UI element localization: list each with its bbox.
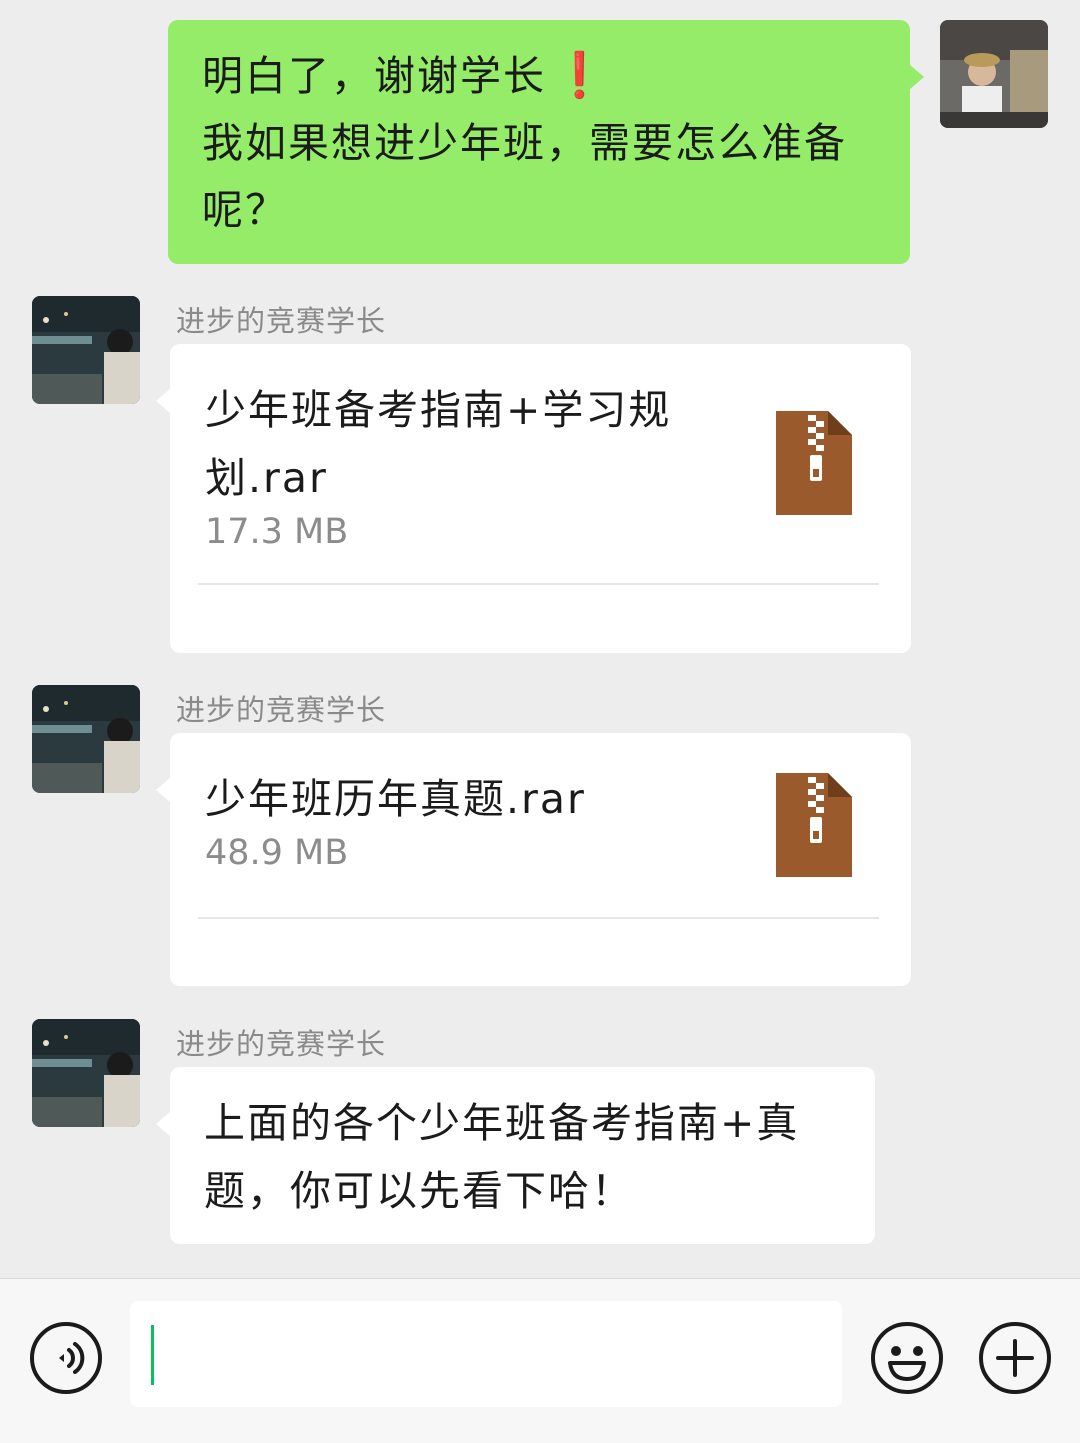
message-input[interactable]: [130, 1301, 842, 1407]
card-divider: [198, 583, 879, 585]
chat-input-bar: [0, 1278, 1080, 1443]
plus-icon[interactable]: [978, 1321, 1052, 1395]
zip-file-icon: [774, 411, 854, 517]
text-cursor: [151, 1325, 154, 1385]
sender-avatar[interactable]: [32, 1019, 140, 1127]
sender-avatar[interactable]: [32, 685, 140, 793]
file-name: 少年班历年真题.rar: [205, 775, 586, 823]
message-line: 呢？: [202, 186, 288, 234]
sender-name: 进步的竞赛学长: [176, 1027, 387, 1061]
sender-avatar[interactable]: [32, 296, 140, 404]
emoji-icon[interactable]: [870, 1321, 944, 1395]
message-line: 我如果想进少年班，需要怎么准备: [202, 119, 847, 167]
file-size: 17.3 MB: [205, 512, 349, 552]
incoming-message-bubble[interactable]: 上面的各个少年班备考指南+真题，你可以先看下哈！: [156, 1067, 875, 1244]
exclamation-emoji: ❗: [552, 50, 609, 101]
sender-name: 进步的竞赛学长: [176, 693, 387, 727]
file-message-card[interactable]: 少年班备考指南+学习规划.rar 17.3 MB: [156, 344, 911, 653]
outgoing-message-bubble[interactable]: 明白了，谢谢学长 ❗ 我如果想进少年班，需要怎么准备 呢？: [168, 20, 924, 264]
file-message-card[interactable]: 少年班历年真题.rar 48.9 MB: [156, 733, 911, 986]
message-line: 明白了，谢谢学长: [202, 52, 546, 100]
voice-icon[interactable]: [29, 1321, 103, 1395]
file-size: 48.9 MB: [205, 833, 349, 873]
chat-area: 明白了，谢谢学长 ❗ 我如果想进少年班，需要怎么准备 呢？ 进步的竞赛学长 少年班…: [0, 0, 1080, 1278]
file-name: 少年班备考指南+学习规划.rar: [205, 386, 672, 502]
sender-name: 进步的竞赛学长: [176, 304, 387, 338]
my-avatar[interactable]: [940, 20, 1048, 128]
card-divider: [198, 917, 879, 919]
message-text: 上面的各个少年班备考指南+真题，你可以先看下哈！: [204, 1099, 800, 1215]
zip-file-icon: [774, 773, 854, 879]
